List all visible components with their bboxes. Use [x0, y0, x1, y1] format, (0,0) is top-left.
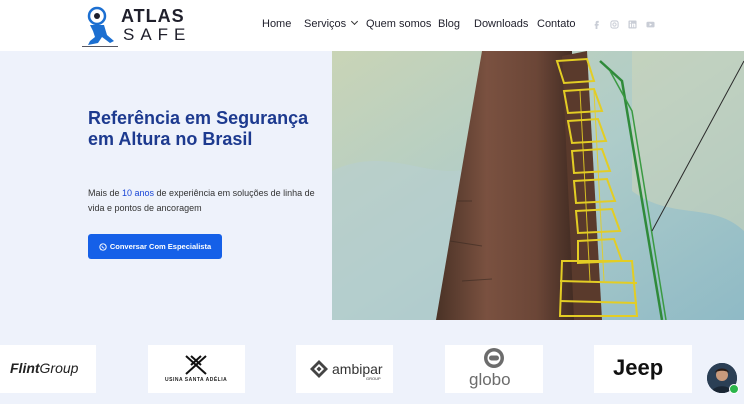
cta-label: Conversar Com Especialista	[109, 242, 212, 251]
nav-blog[interactable]: Blog	[438, 18, 460, 30]
nav-servicos-label: Serviços	[304, 18, 347, 30]
logo-text-safe: SAFE	[123, 25, 192, 44]
flint-logo-part-2: Group	[39, 360, 79, 376]
usina-santa-adelia-logo-icon	[185, 355, 207, 375]
online-status-dot	[729, 384, 739, 394]
hero-chimney-image	[332, 51, 744, 320]
ambipar-group-text: GROUP	[366, 376, 381, 381]
partner-ambipar: ambipar GROUP	[296, 345, 393, 393]
chevron-down-icon	[351, 17, 359, 26]
whatsapp-icon	[99, 242, 107, 251]
globo-logo-icon	[484, 348, 504, 368]
flint-logo-part-1: Flint	[10, 360, 40, 376]
hero-sub-text-1: Mais de	[88, 188, 123, 198]
globo-text: globo	[469, 370, 511, 389]
jeep-logo: Jeep	[613, 355, 664, 380]
hero-subtitle: Mais de 10 anos de experiência em soluçõ…	[88, 186, 318, 216]
hero-sub-highlight: 10 anos	[122, 188, 155, 198]
instagram-icon[interactable]	[610, 20, 619, 29]
facebook-icon[interactable]	[592, 20, 601, 29]
nav-downloads[interactable]: Downloads	[474, 18, 528, 30]
conversar-especialista-button[interactable]: Conversar Com Especialista	[88, 234, 222, 259]
usina-santa-adelia-text: USINA SANTA ADÉLIA	[165, 377, 228, 383]
nav-home[interactable]: Home	[262, 18, 291, 30]
logo-figure-icon	[82, 6, 118, 47]
partner-globo: globo	[445, 345, 543, 393]
ambipar-text: ambipar	[332, 361, 383, 377]
linkedin-icon[interactable]	[628, 20, 637, 29]
partner-flint-group: FlintGroup	[0, 345, 96, 393]
partner-usina-santa-adelia: USINA SANTA ADÉLIA	[148, 345, 245, 393]
nav-quem-somos[interactable]: Quem somos	[366, 18, 431, 30]
logo-text-atlas: ATLAS	[121, 6, 185, 26]
nav-servicos[interactable]: Serviços	[304, 17, 359, 30]
ambipar-logo-icon	[310, 360, 328, 378]
flint-group-logo: FlintGroup	[10, 360, 78, 376]
site-header: ATLAS SAFE Home Serviços Quem somos Blog…	[0, 0, 744, 51]
partner-jeep: Jeep	[594, 345, 692, 393]
hero-title: Referência em Segurança em Altura no Bra…	[88, 108, 309, 149]
youtube-icon[interactable]	[646, 20, 655, 29]
atlas-safe-logo[interactable]: ATLAS SAFE	[80, 5, 185, 47]
chimney-photo	[332, 51, 744, 320]
nav-contato[interactable]: Contato	[537, 18, 576, 30]
